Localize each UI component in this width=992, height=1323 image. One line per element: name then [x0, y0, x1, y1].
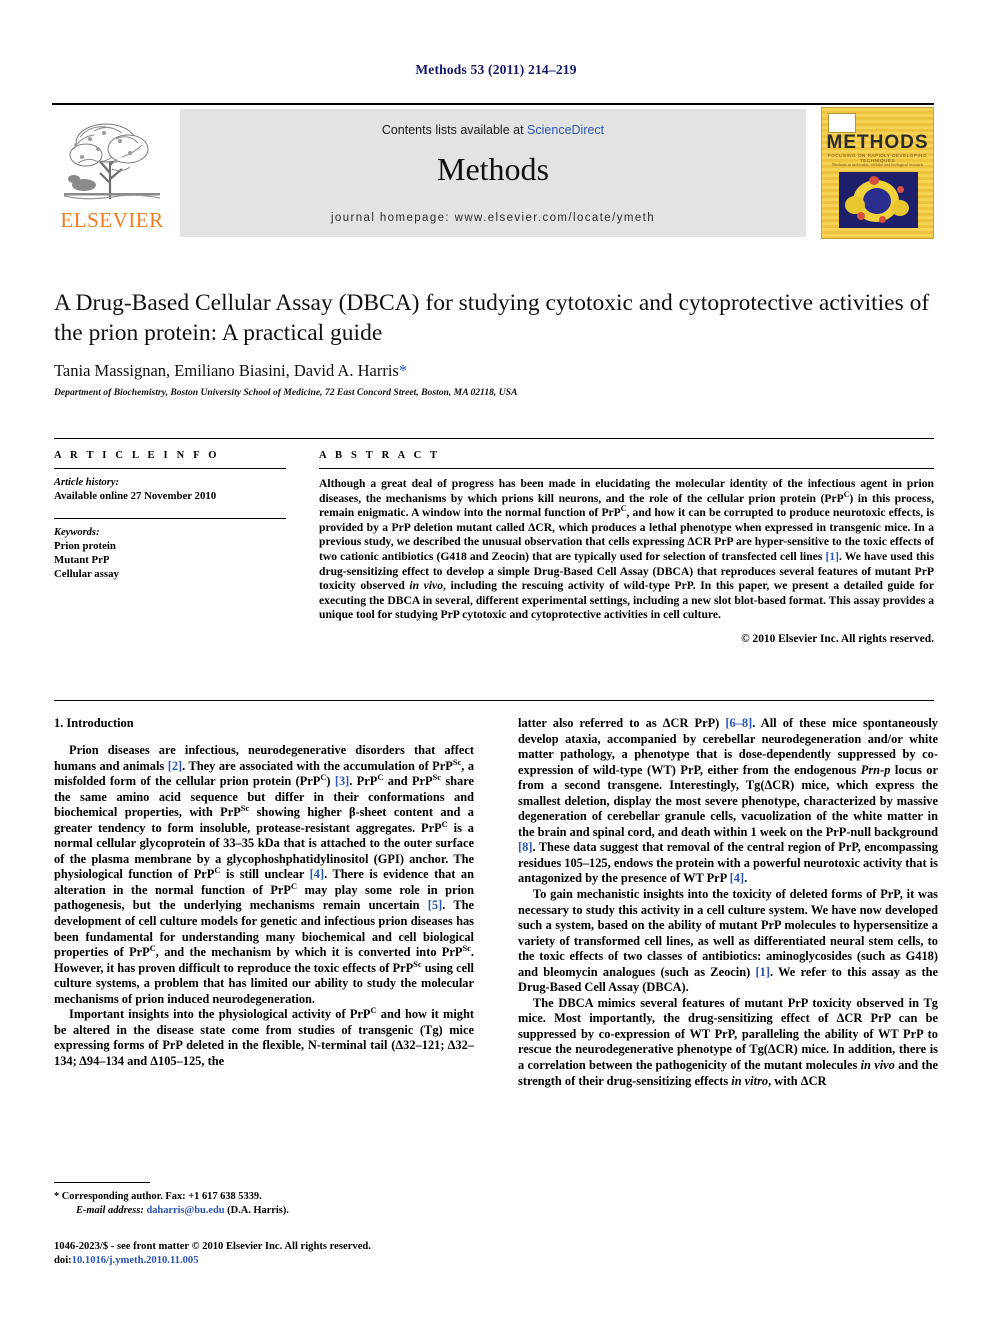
- keywords-rule: [54, 518, 286, 519]
- issn-copyright-line: 1046-2023/$ - see front matter © 2010 El…: [54, 1241, 371, 1252]
- page-title: A Drug-Based Cellular Assay (DBCA) for s…: [54, 290, 930, 346]
- article-info-column: A R T I C L E I N F O Article history: A…: [54, 450, 286, 645]
- article-info-heading: A R T I C L E I N F O: [54, 450, 220, 461]
- article-info-rule: [54, 468, 286, 469]
- article-history-value: Available online 27 November 2010: [54, 490, 217, 502]
- journal-band: Contents lists available at ScienceDirec…: [180, 109, 806, 237]
- corresponding-author-marker: *: [398, 361, 408, 380]
- elsevier-tree-icon: [63, 123, 161, 200]
- cover-publisher-mark: [828, 113, 856, 133]
- section-heading-introduction: 1. Introduction: [54, 716, 134, 730]
- masthead-top-rule: [52, 103, 934, 105]
- info-abstract-top-rule: [54, 438, 934, 439]
- doi-link[interactable]: 10.1016/j.ymeth.2010.11.005: [72, 1255, 199, 1266]
- email-label: E-mail address:: [76, 1204, 144, 1216]
- doi-line: doi:10.1016/j.ymeth.2010.11.005: [54, 1254, 554, 1268]
- contents-prefix: Contents lists available at: [381, 123, 524, 137]
- running-head: Methods 53 (2011) 214–219: [415, 62, 577, 77]
- page-footer: 1046-2023/$ - see front matter © 2010 El…: [54, 1240, 554, 1268]
- body-column-right: latter also referred to as ΔCR PrP) [6–8…: [518, 716, 938, 1089]
- author-list: Tania Massignan, Emiliano Biasini, David…: [54, 361, 934, 381]
- journal-masthead: ELSEVIER Contents lists available at Sci…: [52, 103, 934, 239]
- keyword-item: Prion protein: [54, 540, 116, 552]
- paragraph: latter also referred to as ΔCR PrP) [6–8…: [518, 716, 939, 886]
- author-names: Tania Massignan, Emiliano Biasini, David…: [54, 361, 399, 380]
- keywords-label: Keywords:: [54, 527, 100, 538]
- keyword-item: Cellular assay: [54, 568, 119, 580]
- article-history-label: Article history:: [54, 477, 120, 488]
- email-link[interactable]: daharris@bu.edu: [146, 1205, 224, 1216]
- footnote-rule: [54, 1182, 150, 1183]
- contents-available-line: Contents lists available at ScienceDirec…: [180, 123, 806, 137]
- corresponding-author-line: * Corresponding author. Fax: +1 617 638 …: [54, 1191, 262, 1202]
- abstract-rule: [319, 468, 934, 469]
- affiliation: Department of Biochemistry, Boston Unive…: [54, 387, 518, 398]
- paragraph: To gain mechanistic insights into the to…: [518, 887, 938, 995]
- sciencedirect-link[interactable]: ScienceDirect: [527, 123, 604, 137]
- cover-artwork: [839, 172, 918, 228]
- title-block: A Drug-Based Cellular Assay (DBCA) for s…: [54, 288, 934, 398]
- paper-page: Methods 53 (2011) 214–219 ELSEVIER Conte…: [0, 0, 992, 1323]
- body-columns: 1. Introduction Prion diseases are infec…: [54, 716, 938, 1089]
- cover-title: METHODS: [826, 132, 929, 153]
- doi-label: doi:: [54, 1255, 72, 1266]
- abstract-text: Although a great deal of progress has be…: [319, 477, 935, 622]
- paragraph: Prion diseases are infectious, neurodege…: [54, 743, 475, 1006]
- body-column-left: 1. Introduction Prion diseases are infec…: [54, 716, 474, 1089]
- elsevier-logo: ELSEVIER: [52, 109, 172, 237]
- email-owner: (D.A. Harris).: [227, 1204, 289, 1216]
- keyword-item: Mutant PrP: [54, 554, 110, 566]
- elsevier-wordmark: ELSEVIER: [60, 208, 164, 232]
- journal-cover-thumbnail: METHODS FOCUSING ON RAPIDLY DEVELOPING T…: [821, 107, 934, 239]
- paragraph: Important insights into the physiologica…: [54, 1005, 474, 1068]
- journal-title: Methods: [437, 151, 549, 187]
- abstract-column: A B S T R A C T Although a great deal of…: [286, 450, 934, 645]
- info-abstract-section: A R T I C L E I N F O Article history: A…: [54, 438, 934, 645]
- journal-homepage-link[interactable]: journal homepage: www.elsevier.com/locat…: [180, 212, 806, 224]
- paragraph: The DBCA mimics several features of muta…: [518, 995, 938, 1088]
- cover-subtitle-secondary: Methods in molecular, cellular and biolo…: [831, 162, 924, 167]
- abstract-heading: A B S T R A C T: [319, 450, 441, 461]
- abstract-copyright: © 2010 Elsevier Inc. All rights reserved…: [741, 632, 934, 645]
- email-line: E-mail address: daharris@bu.edu (D.A. Ha…: [54, 1204, 474, 1218]
- corresponding-author-footnote: * Corresponding author. Fax: +1 617 638 …: [54, 1182, 474, 1217]
- abstract-bottom-rule: [54, 700, 934, 701]
